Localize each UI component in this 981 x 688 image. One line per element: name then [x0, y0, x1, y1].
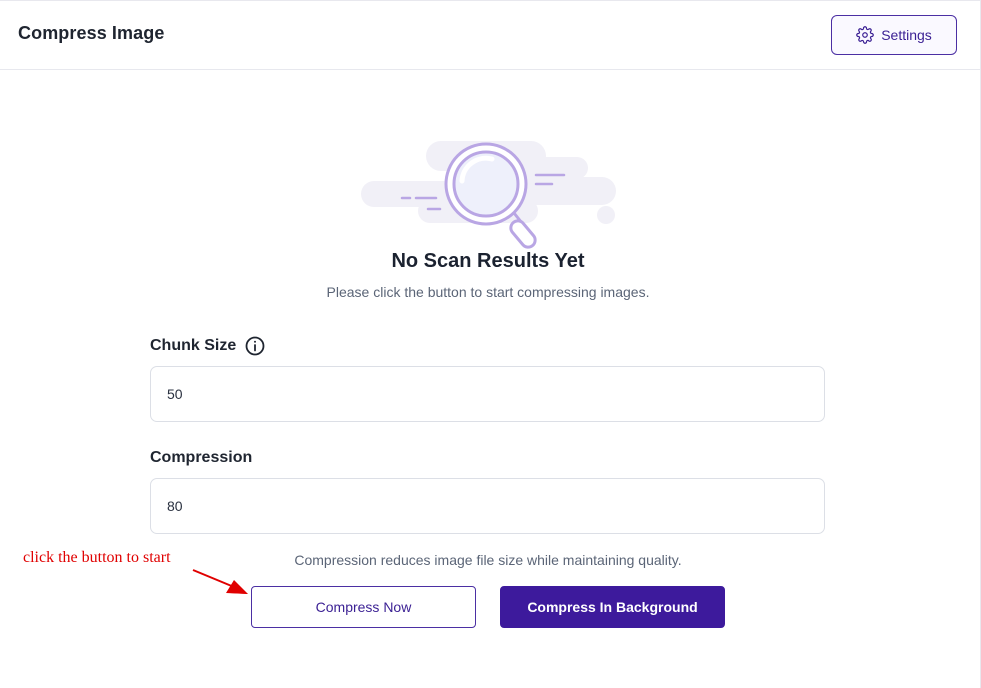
info-icon[interactable] [245, 336, 265, 356]
compression-input[interactable] [150, 478, 825, 534]
page-title: Compress Image [18, 23, 165, 43]
empty-state-subtitle: Please click the button to start compres… [326, 284, 650, 300]
compress-now-button[interactable]: Compress Now [251, 586, 476, 628]
chunk-size-input[interactable] [150, 366, 825, 422]
empty-state-title: No Scan Results Yet [391, 250, 585, 272]
panel-header: Compress Image Settings [0, 1, 981, 70]
annotation-text: click the button to start [23, 549, 171, 566]
compress-image-panel: Compress Image Settings No Scan Results … [0, 0, 981, 688]
compression-label: Compression [150, 449, 253, 466]
compress-in-background-button[interactable]: Compress In Background [500, 586, 725, 628]
annotation-arrow-icon [190, 566, 252, 598]
settings-button-label: Settings [881, 27, 932, 43]
chunk-size-label-text: Chunk Size [150, 337, 237, 354]
settings-button[interactable]: Settings [831, 15, 957, 55]
magnifier-illustration [358, 139, 620, 249]
chunk-size-label: Chunk Size [150, 336, 265, 356]
gear-icon [856, 26, 874, 44]
